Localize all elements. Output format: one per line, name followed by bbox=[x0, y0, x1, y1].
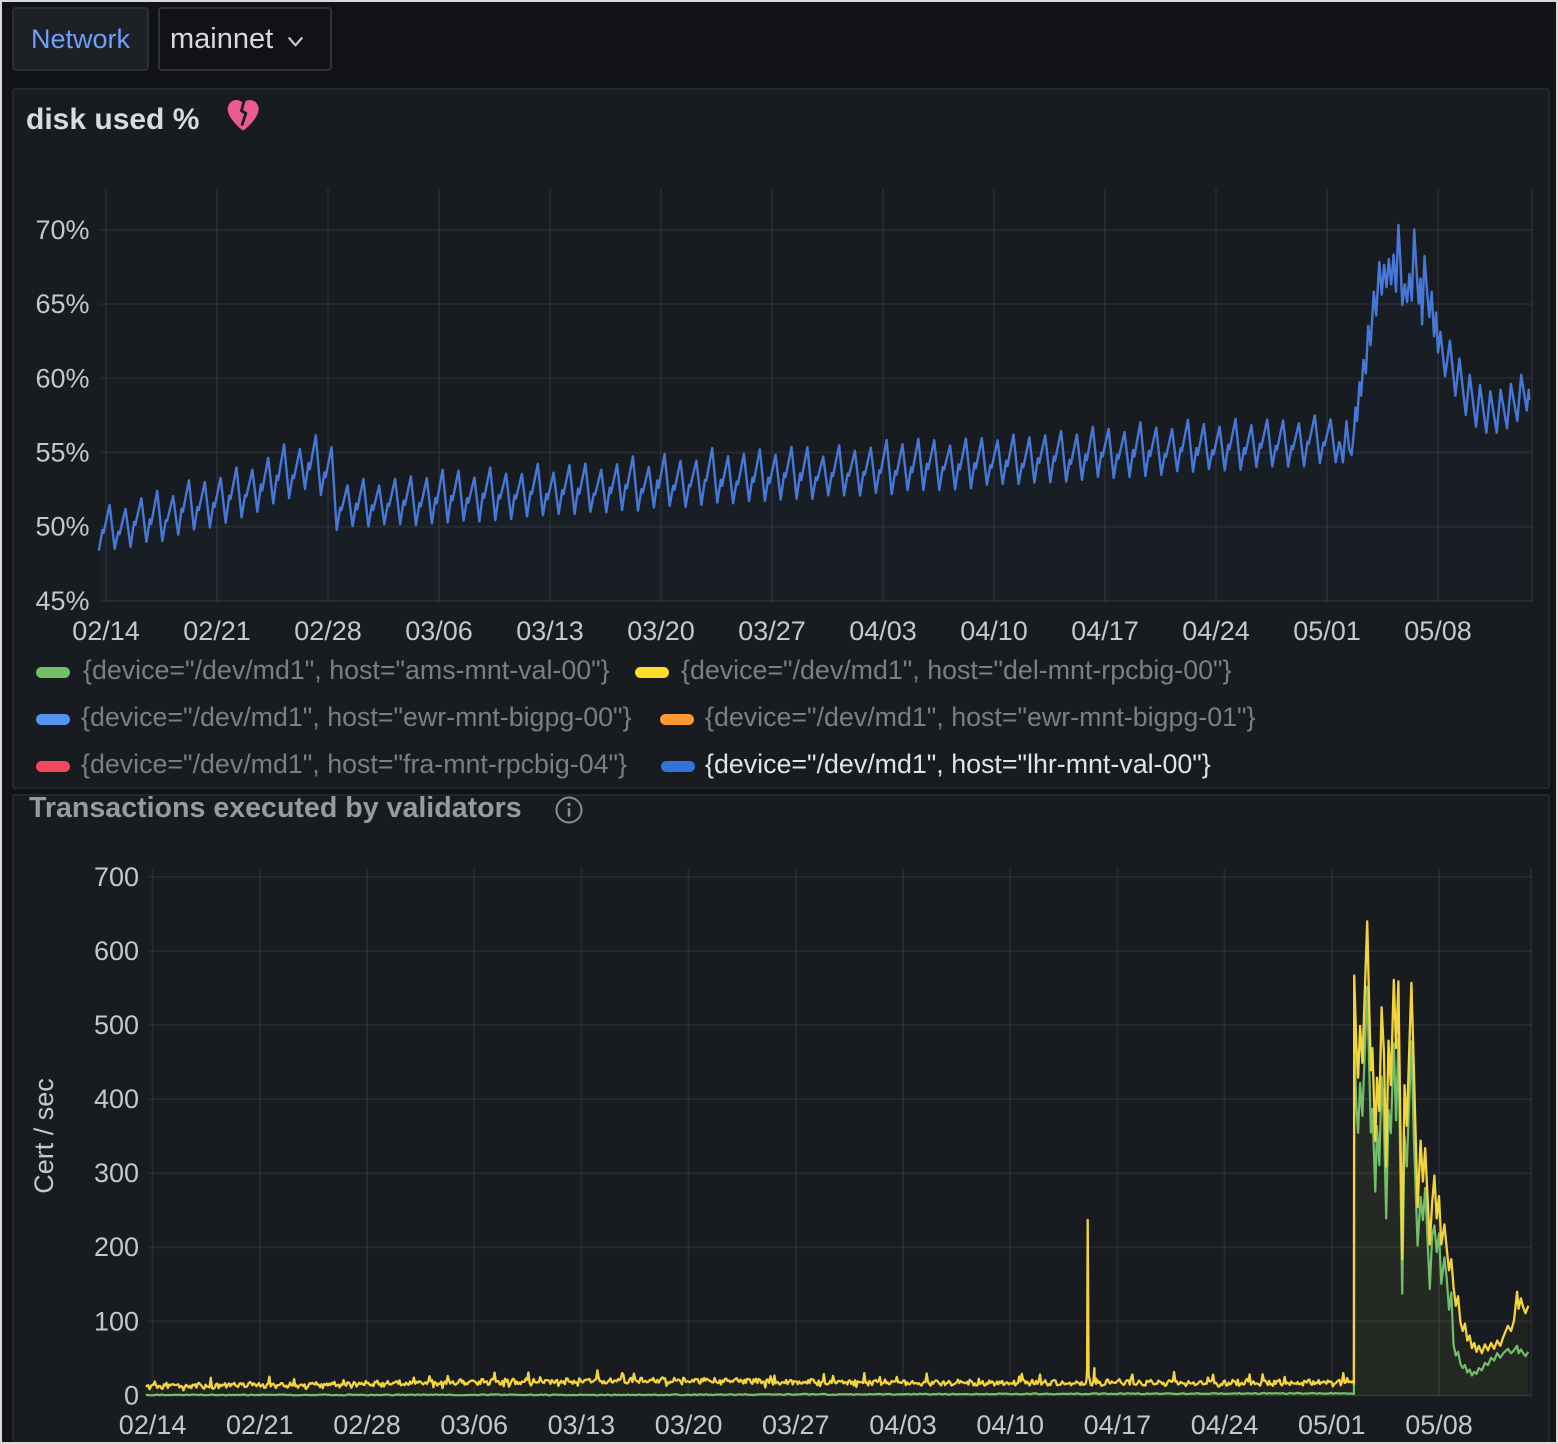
svg-text:500: 500 bbox=[94, 1010, 139, 1040]
svg-text:65%: 65% bbox=[35, 289, 89, 319]
svg-text:400: 400 bbox=[94, 1084, 139, 1114]
svg-text:Cert / sec: Cert / sec bbox=[29, 1078, 59, 1194]
svg-text:04/03: 04/03 bbox=[869, 1410, 937, 1440]
svg-text:05/01: 05/01 bbox=[1293, 616, 1361, 646]
svg-text:03/13: 03/13 bbox=[516, 616, 584, 646]
svg-text:600: 600 bbox=[94, 936, 139, 966]
svg-text:60%: 60% bbox=[35, 363, 89, 393]
svg-text:200: 200 bbox=[94, 1232, 139, 1262]
svg-text:02/14: 02/14 bbox=[72, 616, 140, 646]
svg-text:45%: 45% bbox=[35, 586, 89, 616]
svg-text:03/13: 03/13 bbox=[548, 1410, 616, 1440]
svg-text:03/27: 03/27 bbox=[738, 616, 806, 646]
svg-text:04/24: 04/24 bbox=[1191, 1410, 1259, 1440]
svg-text:04/17: 04/17 bbox=[1084, 1410, 1152, 1440]
svg-text:05/08: 05/08 bbox=[1405, 1410, 1473, 1440]
svg-text:02/28: 02/28 bbox=[333, 1410, 401, 1440]
svg-text:03/27: 03/27 bbox=[762, 1410, 830, 1440]
svg-text:04/24: 04/24 bbox=[1182, 616, 1250, 646]
svg-text:02/21: 02/21 bbox=[183, 616, 251, 646]
svg-text:03/06: 03/06 bbox=[440, 1410, 508, 1440]
svg-text:02/21: 02/21 bbox=[226, 1410, 294, 1440]
svg-text:70%: 70% bbox=[35, 215, 89, 245]
svg-text:05/08: 05/08 bbox=[1404, 616, 1472, 646]
svg-text:03/20: 03/20 bbox=[655, 1410, 723, 1440]
svg-text:04/10: 04/10 bbox=[976, 1410, 1044, 1440]
svg-text:04/17: 04/17 bbox=[1071, 616, 1139, 646]
svg-text:03/20: 03/20 bbox=[627, 616, 695, 646]
svg-text:04/03: 04/03 bbox=[849, 616, 917, 646]
svg-text:05/01: 05/01 bbox=[1298, 1410, 1366, 1440]
svg-text:700: 700 bbox=[94, 862, 139, 892]
svg-text:300: 300 bbox=[94, 1158, 139, 1188]
svg-text:50%: 50% bbox=[35, 512, 89, 542]
svg-text:100: 100 bbox=[94, 1306, 139, 1336]
svg-text:03/06: 03/06 bbox=[405, 616, 473, 646]
svg-text:04/10: 04/10 bbox=[960, 616, 1028, 646]
svg-text:55%: 55% bbox=[35, 438, 89, 468]
svg-text:02/14: 02/14 bbox=[119, 1410, 187, 1440]
svg-text:02/28: 02/28 bbox=[294, 616, 362, 646]
svg-text:0: 0 bbox=[124, 1380, 139, 1410]
